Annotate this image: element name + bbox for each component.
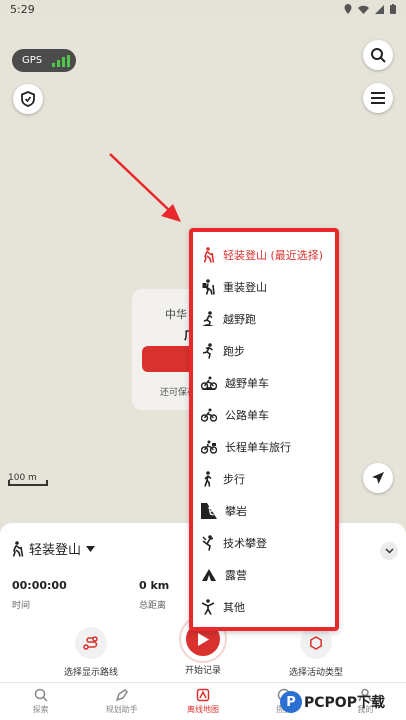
nav-label: 规划助手 xyxy=(105,705,138,714)
walk-icon xyxy=(204,471,212,487)
select-activity-type-label: 选择活动类型 xyxy=(288,668,343,678)
select-route-label: 选择显示路线 xyxy=(63,668,118,678)
menu-button[interactable] xyxy=(363,83,393,113)
menu-item-label: 公路单车 xyxy=(225,409,269,422)
menu-item-road-bike[interactable]: 公路单车 xyxy=(201,402,269,428)
wifi-icon xyxy=(358,5,369,14)
gps-label: GPS xyxy=(22,55,43,66)
expand-button[interactable] xyxy=(380,542,398,560)
menu-item-label: 长程单车旅行 xyxy=(225,441,291,454)
watermark: P PCPOP下载 xyxy=(280,684,406,720)
menu-item-tech-climbing[interactable]: 技术攀登 xyxy=(201,530,267,556)
run-icon xyxy=(202,343,213,359)
activity-selector[interactable]: 轻装登山 xyxy=(10,539,96,558)
stat-label: 总距离 xyxy=(139,601,167,611)
menu-item-other[interactable]: 其他 xyxy=(201,594,245,620)
menu-item-camping[interactable]: 露营 xyxy=(201,562,247,588)
menu-item-label: 轻装登山 (最近选择) xyxy=(223,249,324,262)
menu-item-walking[interactable]: 步行 xyxy=(201,466,245,492)
play-icon xyxy=(198,632,209,646)
select-activity-type-button[interactable]: 选择活动类型 xyxy=(283,627,349,678)
menu-item-label: 其他 xyxy=(223,601,245,614)
status-icons xyxy=(344,4,396,14)
heavy-hiker-icon xyxy=(202,279,215,295)
nav-label: 离线地图 xyxy=(187,705,219,714)
explore-icon xyxy=(34,688,48,702)
menu-item-mtb[interactable]: 越野单车 xyxy=(201,370,269,396)
tech-climb-icon xyxy=(202,535,214,551)
card-line-1: 中华 xyxy=(165,308,187,321)
navigation-arrow-icon xyxy=(372,472,384,484)
route-icon xyxy=(83,636,98,650)
menu-item-trail-run[interactable]: 越野跑 xyxy=(201,306,256,332)
battery-icon xyxy=(390,4,396,14)
offline-map-icon xyxy=(196,688,210,702)
other-icon xyxy=(201,599,215,615)
watermark-logo-icon: P xyxy=(280,691,302,713)
trail-run-icon xyxy=(202,311,214,327)
location-icon xyxy=(344,4,352,14)
stat-label: 时间 xyxy=(12,601,31,611)
menu-item-heavy-hiking[interactable]: 重装登山 xyxy=(201,274,267,300)
safety-button[interactable] xyxy=(13,84,43,114)
climb-icon xyxy=(201,503,217,519)
stat-value: 0 km xyxy=(139,579,170,592)
hiker-icon xyxy=(203,247,215,263)
pen-icon xyxy=(115,689,128,702)
select-route-button[interactable]: 选择显示路线 xyxy=(58,627,124,678)
tent-icon xyxy=(202,569,216,581)
search-icon xyxy=(371,48,386,63)
hiker-icon xyxy=(12,540,24,557)
activity-label: 轻装登山 xyxy=(29,543,82,558)
gps-indicator: GPS xyxy=(12,49,76,72)
annotation-arrow-icon xyxy=(109,153,181,222)
mtb-icon xyxy=(201,376,217,390)
gps-signal-icon xyxy=(52,54,71,67)
watermark-text: PCPOP下载 xyxy=(304,695,385,711)
chevron-down-icon xyxy=(384,548,394,554)
nav-explore[interactable]: 探索 xyxy=(0,683,81,720)
menu-item-label: 越野单车 xyxy=(225,377,269,390)
caret-down-icon xyxy=(86,545,96,552)
road-bike-icon xyxy=(201,408,217,422)
status-bar: 5:29 xyxy=(0,0,406,18)
shield-icon xyxy=(21,91,35,107)
menu-item-label: 技术攀登 xyxy=(223,537,267,550)
menu-item-running[interactable]: 跑步 xyxy=(201,338,245,364)
route-icon-wrap xyxy=(75,627,107,659)
hexagon-icon xyxy=(310,636,322,650)
start-record-label: 开始记录 xyxy=(184,666,221,676)
stat-time: 00:00:00 时间 xyxy=(12,579,67,611)
nav-label: 探索 xyxy=(32,705,49,714)
menu-item-label: 攀岩 xyxy=(225,505,247,518)
search-button[interactable] xyxy=(363,40,393,70)
stat-value: 00:00:00 xyxy=(12,579,67,592)
start-record-button[interactable]: 开始记录 xyxy=(170,617,236,676)
action-row: 选择显示路线 开始记录 选择活动类型 xyxy=(0,617,406,683)
map-scale: 100 m xyxy=(8,473,48,486)
menu-item-label: 跑步 xyxy=(223,345,245,358)
menu-item-rock-climbing[interactable]: 攀岩 xyxy=(201,498,247,524)
hamburger-icon xyxy=(371,92,385,104)
status-time: 5:29 xyxy=(10,2,35,16)
nav-planner[interactable]: 规划助手 xyxy=(81,683,162,720)
touring-bike-icon xyxy=(201,440,217,454)
menu-item-label: 露营 xyxy=(225,569,247,582)
activity-type-menu: 轻装登山 (最近选择) 重装登山 越野跑 跑步 越野单车 公路单车 长程单车旅行… xyxy=(189,228,339,631)
stat-distance: 0 km 总距离 xyxy=(139,579,169,611)
signal-icon xyxy=(375,4,384,14)
menu-item-label: 重装登山 xyxy=(223,281,267,294)
menu-item-touring-bike[interactable]: 长程单车旅行 xyxy=(201,434,291,460)
nav-offline-map[interactable]: 离线地图 xyxy=(162,683,243,720)
hexagon-icon-wrap xyxy=(300,627,332,659)
locate-button[interactable] xyxy=(363,463,393,493)
menu-item-label: 步行 xyxy=(223,473,245,486)
menu-item-label: 越野跑 xyxy=(223,313,256,326)
menu-item-light-hiking[interactable]: 轻装登山 (最近选择) xyxy=(201,242,323,268)
